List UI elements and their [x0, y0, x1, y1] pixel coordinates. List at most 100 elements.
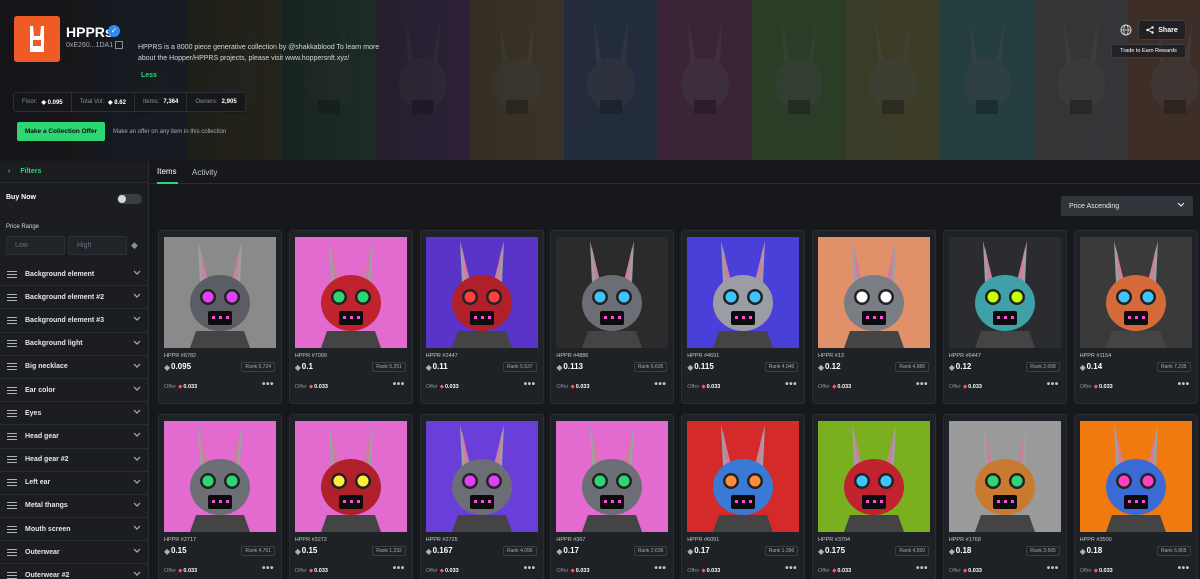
more-options-icon[interactable]: •••: [524, 563, 536, 574]
nft-name[interactable]: HPPR #6447: [949, 353, 981, 359]
more-options-icon[interactable]: •••: [654, 379, 666, 390]
nft-card[interactable]: HPPR #3704 ◆ 0.175 Rank 4,550 Offer ◆0.033 •••: [812, 414, 936, 579]
nft-name[interactable]: HPPR #6091: [687, 537, 719, 543]
nft-name[interactable]: HPPR #2447: [426, 353, 458, 359]
nft-name[interactable]: HPPR #1154: [1080, 353, 1112, 359]
trait-filter-item[interactable]: Big necklace: [0, 356, 149, 379]
nft-image[interactable]: [1079, 421, 1192, 532]
tab-activity[interactable]: Activity: [192, 161, 217, 184]
nft-name[interactable]: HPPR #2717: [164, 537, 196, 543]
more-options-icon[interactable]: •••: [1047, 379, 1059, 390]
nft-name[interactable]: HPPR #4886: [556, 353, 588, 359]
more-options-icon[interactable]: •••: [393, 563, 405, 574]
nft-card[interactable]: HPPR #1768 ◆ 0.18 Rank 3,665 Offer ◆0.033 •••: [942, 414, 1067, 579]
trait-filter-item[interactable]: Background light: [0, 333, 149, 356]
trait-filter-item[interactable]: Eyes: [0, 402, 149, 426]
nft-image[interactable]: [1079, 237, 1192, 348]
rank-badge: Rank 2,068: [1026, 362, 1060, 372]
filters-header[interactable]: ‹ Filters: [0, 161, 148, 183]
nft-name[interactable]: HPPR #6782: [164, 353, 196, 359]
nft-image[interactable]: [164, 421, 276, 532]
nft-name[interactable]: HPPR #3704: [818, 537, 850, 543]
trait-filter-item[interactable]: Head gear #2: [0, 449, 149, 472]
more-options-icon[interactable]: •••: [393, 379, 405, 390]
nft-card[interactable]: HPPR #3500 ◆ 0.18 Rank 6,805 Offer ◆0.033 •••: [1073, 414, 1198, 579]
trait-filter-item[interactable]: Outerwear: [0, 541, 149, 565]
more-options-icon[interactable]: •••: [1178, 563, 1190, 574]
nft-card[interactable]: HPPR #6447 ◆ 0.12 Rank 2,068 Offer ◆0.033 •••: [942, 230, 1067, 404]
more-options-icon[interactable]: •••: [654, 563, 666, 574]
collection-logo[interactable]: [14, 16, 60, 62]
nft-name[interactable]: HPPR #13: [818, 353, 844, 359]
chevron-left-icon[interactable]: ‹: [8, 168, 10, 175]
trait-filter-item[interactable]: Background element: [0, 263, 149, 287]
price-low-input[interactable]: Low: [6, 236, 65, 255]
trade-rewards-button[interactable]: Trade to Earn Rewards: [1111, 44, 1186, 58]
sort-dropdown[interactable]: Price Ascending: [1061, 196, 1193, 216]
nft-card[interactable]: HPPR #6782 ◆ 0.095 Rank 5,724 Offer ◆0.033 •••: [158, 230, 282, 404]
more-options-icon[interactable]: •••: [1047, 563, 1059, 574]
nft-image[interactable]: [556, 421, 669, 532]
trait-filter-item[interactable]: Metal thangs: [0, 495, 149, 519]
collection-offer-button[interactable]: Make a Collection Offer: [17, 122, 105, 141]
nft-card[interactable]: HPPR #3272 ◆ 0.15 Rank 1,232 Offer ◆0.033 •••: [288, 414, 413, 579]
nft-image[interactable]: [425, 421, 538, 532]
nft-name[interactable]: HPPR #367: [556, 537, 585, 543]
trait-filter-item[interactable]: Background element #3: [0, 309, 149, 333]
less-toggle[interactable]: Less: [141, 72, 157, 79]
more-options-icon[interactable]: •••: [916, 563, 928, 574]
more-options-icon[interactable]: •••: [916, 379, 928, 390]
nft-card[interactable]: HPPR #367 ◆ 0.17 Rank 2,636 Offer ◆0.033 •••: [550, 414, 675, 579]
more-options-icon[interactable]: •••: [785, 563, 797, 574]
nft-image[interactable]: [164, 237, 276, 348]
nft-image[interactable]: [294, 421, 407, 532]
price-high-input[interactable]: High: [68, 236, 127, 255]
nft-card[interactable]: HPPR #2447 ◆ 0.11 Rank 5,537 Offer ◆0.033 •••: [419, 230, 544, 404]
more-options-icon[interactable]: •••: [262, 379, 274, 390]
nft-card[interactable]: HPPR #6091 ◆ 0.17 Rank 1,396 Offer ◆0.033 •••: [681, 414, 806, 579]
trait-filter-item[interactable]: Left ear: [0, 472, 149, 495]
nft-card[interactable]: HPPR #2717 ◆ 0.15 Rank 4,761 Offer ◆0.033 •••: [158, 414, 282, 579]
trait-filter-item[interactable]: Ear color: [0, 379, 149, 403]
nft-name[interactable]: HPPR #3272: [295, 537, 327, 543]
trait-filter-item[interactable]: Head gear: [0, 425, 149, 449]
nft-card[interactable]: HPPR #1154 ◆ 0.14 Rank 7,235 Offer ◆0.033 •••: [1073, 230, 1198, 404]
nft-offer: Offer ◆0.033: [687, 568, 721, 574]
tab-items[interactable]: Items: [157, 161, 178, 184]
trait-filter-label: Background element #3: [25, 316, 104, 324]
more-options-icon[interactable]: •••: [524, 379, 536, 390]
trait-filter-label: Outerwear: [25, 548, 60, 556]
nft-image[interactable]: [294, 237, 407, 348]
nft-card[interactable]: HPPR #7099 ◆ 0.1 Rank 5,251 Offer ◆0.033 •••: [288, 230, 413, 404]
nft-name[interactable]: HPPR #4691: [687, 353, 719, 359]
nft-name[interactable]: HPPR #7099: [295, 353, 327, 359]
nft-card[interactable]: HPPR #4886 ◆ 0.113 Rank 6,695 Offer ◆0.033 •••: [550, 230, 675, 404]
contract-address[interactable]: 0xE260...1DA1: [66, 42, 113, 49]
nft-name[interactable]: HPPR #2725: [426, 537, 458, 543]
more-options-icon[interactable]: •••: [262, 563, 274, 574]
trait-filter-item[interactable]: Mouth screen: [0, 518, 149, 542]
more-options-icon[interactable]: •••: [785, 379, 797, 390]
nft-image[interactable]: [687, 237, 800, 348]
trait-filter-item[interactable]: Outerwear #2: [0, 564, 149, 579]
more-options-icon[interactable]: •••: [1178, 379, 1190, 390]
trait-filter-item[interactable]: Background element #2: [0, 286, 149, 310]
globe-icon[interactable]: [1119, 23, 1133, 37]
nft-card[interactable]: HPPR #2725 ◆ 0.167 Rank 4,096 Offer ◆0.033 •••: [419, 414, 544, 579]
eth-currency-icon[interactable]: ◆: [131, 240, 138, 251]
nft-card[interactable]: HPPR #13 ◆ 0.12 Rank 4,986 Offer ◆0.033 •••: [812, 230, 936, 404]
eth-icon: ◆: [556, 547, 563, 556]
external-link-icon[interactable]: [115, 41, 123, 49]
nft-name[interactable]: HPPR #1768: [949, 537, 981, 543]
nft-image[interactable]: [818, 237, 930, 348]
nft-name[interactable]: HPPR #3500: [1080, 537, 1112, 543]
nft-image[interactable]: [556, 237, 669, 348]
nft-image[interactable]: [818, 421, 930, 532]
nft-image[interactable]: [425, 237, 538, 348]
nft-image[interactable]: [948, 237, 1061, 348]
nft-card[interactable]: HPPR #4691 ◆ 0.115 Rank 4,046 Offer ◆0.033 •••: [681, 230, 806, 404]
share-button[interactable]: Share: [1138, 20, 1186, 40]
nft-image[interactable]: [948, 421, 1061, 532]
nft-image[interactable]: [687, 421, 800, 532]
buy-now-toggle[interactable]: [117, 194, 142, 204]
